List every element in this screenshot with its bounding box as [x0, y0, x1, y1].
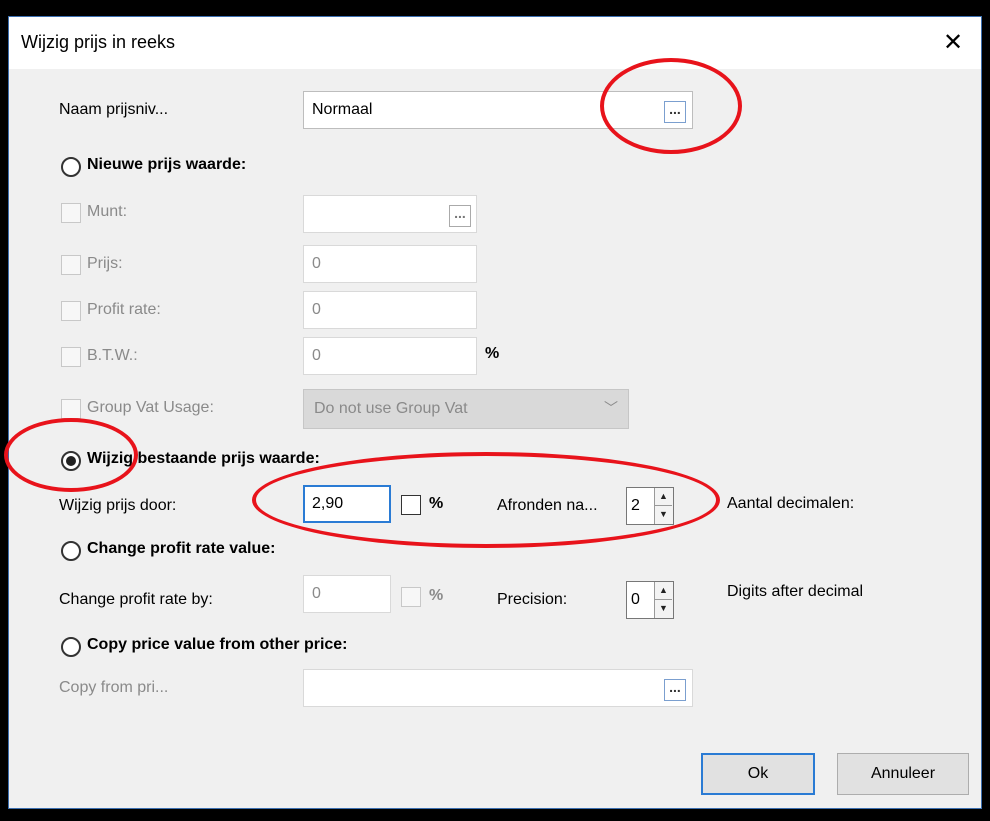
new-price-radio-label: Nieuwe prijs waarde:	[87, 156, 247, 173]
precision-label: Precision:	[497, 591, 568, 608]
price-input[interactable]: 0	[303, 245, 477, 283]
price-level-browse-button[interactable]: ...	[664, 101, 686, 123]
profit-by-label: Change profit rate by:	[59, 591, 213, 608]
group-vat-checkbox[interactable]	[61, 399, 81, 419]
radio-copy-price[interactable]	[61, 637, 81, 657]
round-stepper-buttons: ▲ ▼	[654, 488, 673, 524]
modify-percent-label: %	[429, 495, 444, 512]
radio-modify-price[interactable]	[61, 451, 81, 471]
price-level-label: Naam prijsniv...	[59, 101, 169, 118]
radio-profit-rate[interactable]	[61, 541, 81, 561]
ok-button[interactable]: Ok	[701, 753, 815, 795]
copy-from-input[interactable]	[303, 669, 693, 707]
close-icon[interactable]: ✕	[935, 25, 971, 61]
profit-by-input[interactable]: 0	[303, 575, 391, 613]
price-level-value: Normaal	[312, 101, 373, 118]
vat-value: 0	[312, 347, 321, 364]
modify-percent-checkbox[interactable]	[401, 495, 421, 515]
decimals-label: Aantal decimalen:	[727, 495, 855, 512]
round-stepper[interactable]: 2 ▲ ▼	[626, 487, 674, 525]
modify-by-input[interactable]: 2,90	[303, 485, 391, 523]
precision-stepper[interactable]: 0 ▲ ▼	[626, 581, 674, 619]
vat-checkbox[interactable]	[61, 347, 81, 367]
vat-label: B.T.W.:	[87, 347, 138, 364]
stepper-up-icon[interactable]: ▲	[655, 488, 672, 506]
profit-rate-input[interactable]: 0	[303, 291, 477, 329]
modify-by-label: Wijzig prijs door:	[59, 497, 177, 514]
cancel-button[interactable]: Annuleer	[837, 753, 969, 795]
modify-by-value: 2,90	[312, 495, 344, 512]
stepper-up-icon[interactable]: ▲	[655, 582, 672, 600]
group-vat-select[interactable]: Do not use Group Vat ﹀	[303, 389, 629, 429]
copy-from-label: Copy from pri...	[59, 679, 169, 696]
chevron-down-icon: ﹀	[604, 400, 618, 416]
digits-label: Digits after decimal	[727, 583, 864, 600]
profit-rate-checkbox[interactable]	[61, 301, 81, 321]
precision-stepper-buttons: ▲ ▼	[654, 582, 673, 618]
price-value: 0	[312, 255, 321, 272]
profit-by-value: 0	[312, 585, 321, 602]
precision-value: 0	[631, 591, 640, 608]
profit-rate-radio-label: Change profit rate value:	[87, 540, 276, 557]
copy-price-radio-label: Copy price value from other price:	[87, 636, 348, 653]
vat-unit-label: %	[485, 345, 500, 362]
profit-percent-label: %	[429, 587, 444, 604]
dialog-title: Wijzig prijs in reeks	[21, 32, 176, 52]
modify-price-radio-label: Wijzig bestaande prijs waarde:	[87, 450, 320, 467]
price-label: Prijs:	[87, 255, 123, 272]
profit-rate-label: Profit rate:	[87, 301, 161, 318]
stepper-down-icon[interactable]: ▼	[655, 600, 672, 617]
copy-from-browse-button[interactable]: ...	[664, 679, 686, 701]
title-bar: Wijzig prijs in reeks ✕	[9, 17, 981, 69]
dialog-window: Wijzig prijs in reeks ✕ Naam prijsniv...…	[8, 16, 982, 809]
group-vat-value: Do not use Group Vat	[314, 400, 468, 417]
currency-browse-button[interactable]: ...	[449, 205, 471, 227]
group-vat-label: Group Vat Usage:	[87, 399, 214, 416]
round-value: 2	[631, 497, 640, 514]
profit-rate-value: 0	[312, 301, 321, 318]
profit-percent-checkbox[interactable]	[401, 587, 421, 607]
price-level-input[interactable]: Normaal	[303, 91, 693, 129]
currency-label: Munt:	[87, 203, 128, 220]
currency-checkbox[interactable]	[61, 203, 81, 223]
stepper-down-icon[interactable]: ▼	[655, 506, 672, 523]
vat-input[interactable]: 0	[303, 337, 477, 375]
radio-new-price[interactable]	[61, 157, 81, 177]
round-label: Afronden na...	[497, 497, 598, 514]
price-checkbox[interactable]	[61, 255, 81, 275]
